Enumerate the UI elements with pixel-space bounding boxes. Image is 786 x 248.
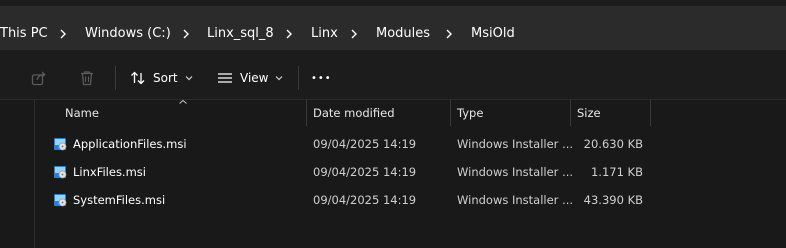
file-type: Windows Installer ... — [457, 165, 574, 179]
address-bar: This PC Windows (C:) Linx_sql_8 Linx Mod… — [0, 0, 786, 56]
breadcrumb-linx-sql-8[interactable]: Linx_sql_8 — [207, 26, 274, 41]
msi-file-icon — [54, 194, 67, 207]
file-row[interactable]: LinxFiles.msi 09/04/2025 14:19 Windows I… — [36, 158, 786, 186]
breadcrumb-this-pc[interactable]: This PC — [0, 26, 48, 41]
chevron-right-icon — [351, 29, 357, 39]
column-header-size[interactable]: Size — [577, 106, 601, 120]
toolbar-divider — [115, 66, 116, 90]
file-date-modified: 09/04/2025 14:19 — [313, 193, 417, 207]
file-name: SystemFiles.msi — [73, 193, 166, 207]
breadcrumb-msiold[interactable]: MsiOld — [471, 26, 515, 41]
file-type: Windows Installer ... — [457, 137, 574, 151]
sort-button[interactable]: Sort — [129, 66, 194, 90]
share-icon — [31, 71, 46, 86]
view-label: View — [240, 71, 269, 85]
column-separator[interactable] — [306, 100, 307, 126]
view-icon — [218, 73, 232, 83]
breadcrumb-modules[interactable]: Modules — [376, 26, 430, 41]
chevron-down-icon — [276, 76, 283, 81]
more-options-button[interactable]: ••• — [311, 66, 332, 90]
msi-file-icon — [54, 138, 67, 151]
column-header-name[interactable]: Name — [65, 106, 99, 120]
file-name: ApplicationFiles.msi — [73, 137, 187, 151]
view-button[interactable]: View — [216, 66, 284, 90]
chevron-down-icon — [185, 76, 193, 81]
sort-ascending-icon — [179, 99, 187, 104]
sort-label: Sort — [153, 71, 178, 85]
file-date-modified: 09/04/2025 14:19 — [313, 165, 417, 179]
column-separator[interactable] — [570, 100, 571, 126]
column-separator[interactable] — [450, 100, 451, 126]
column-header-type[interactable]: Type — [457, 106, 483, 120]
command-bar: Sort View ••• — [0, 56, 786, 100]
nav-pane-divider[interactable] — [34, 100, 35, 248]
delete-button[interactable] — [78, 66, 96, 90]
column-separator[interactable] — [650, 100, 651, 126]
chevron-right-icon — [60, 29, 66, 39]
trash-icon — [81, 71, 93, 86]
file-row[interactable]: ApplicationFiles.msi 09/04/2025 14:19 Wi… — [36, 130, 786, 158]
share-button[interactable] — [30, 66, 48, 90]
toolbar-divider — [298, 66, 299, 90]
chevron-right-icon — [446, 29, 452, 39]
column-header-date-modified[interactable]: Date modified — [313, 106, 395, 120]
file-name: LinxFiles.msi — [73, 165, 146, 179]
breadcrumb-windows-c[interactable]: Windows (C:) — [85, 26, 171, 41]
file-date-modified: 09/04/2025 14:19 — [313, 137, 417, 151]
more-icon: ••• — [311, 72, 332, 84]
file-size: 20.630 KB — [583, 137, 643, 151]
breadcrumb[interactable]: This PC Windows (C:) Linx_sql_8 Linx Mod… — [0, 6, 786, 50]
file-size: 43.390 KB — [583, 193, 643, 207]
breadcrumb-linx[interactable]: Linx — [311, 26, 338, 41]
file-type: Windows Installer ... — [457, 193, 574, 207]
chevron-right-icon — [286, 29, 292, 39]
chevron-right-icon — [183, 29, 189, 39]
msi-file-icon — [54, 166, 67, 179]
file-row[interactable]: SystemFiles.msi 09/04/2025 14:19 Windows… — [36, 186, 786, 214]
sort-icon — [131, 71, 145, 85]
file-size: 1.171 KB — [590, 165, 643, 179]
